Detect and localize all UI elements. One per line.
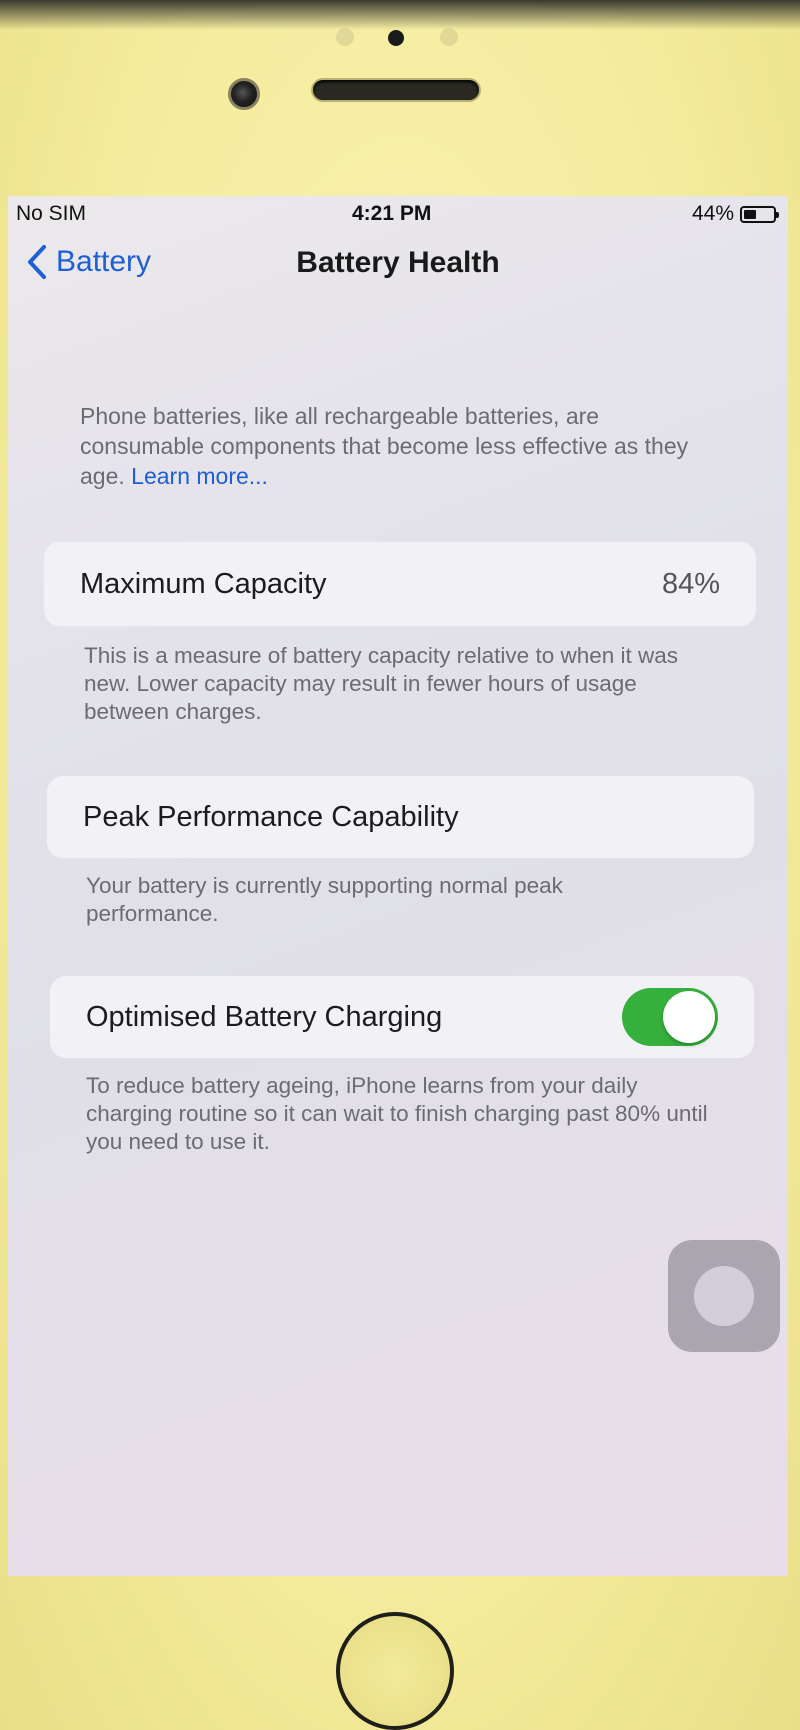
battery-fill [744, 209, 756, 219]
maximum-capacity-label: Maximum Capacity [80, 567, 327, 600]
front-camera [228, 78, 260, 110]
earpiece-speaker [313, 80, 479, 100]
navigation-bar: Battery Battery Health [8, 236, 788, 292]
peak-performance-footer: Your battery is currently supporting nor… [86, 873, 563, 926]
phone-device: No SIM 4:21 PM 44% Battery Battery Healt… [0, 0, 800, 1730]
peak-performance-row: Peak Performance Capability [47, 776, 754, 858]
light-sensor [388, 30, 404, 46]
screen: No SIM 4:21 PM 44% Battery Battery Healt… [8, 196, 788, 1576]
battery-status: 44% [691, 202, 779, 226]
carrier-label: No SIM [16, 202, 87, 225]
maximum-capacity-footer: This is a measure of battery capacity re… [84, 643, 679, 724]
ambient-sensor [440, 28, 458, 46]
intro-text: Phone batteries, like all rechargeable b… [80, 401, 720, 491]
optimised-charging-toggle[interactable] [622, 988, 718, 1046]
assistive-touch-core [694, 1266, 754, 1326]
optimised-charging-footer: To reduce battery ageing, iPhone learns … [86, 1073, 708, 1154]
battery-icon [740, 205, 779, 223]
maximum-capacity-value: 84% [661, 567, 720, 600]
chevron-left-icon [28, 245, 46, 279]
optimised-charging-label: Optimised Battery Charging [86, 1000, 443, 1033]
status-time: 4:21 PM [352, 202, 432, 225]
maximum-capacity-row: Maximum Capacity 84% [44, 542, 756, 626]
assistive-touch-button[interactable] [668, 1240, 780, 1352]
proximity-sensor [336, 28, 354, 46]
optimised-charging-row: Optimised Battery Charging [50, 976, 754, 1058]
back-button[interactable]: Battery [26, 244, 151, 280]
toggle-knob [663, 991, 715, 1043]
battery-percent: 44% [691, 202, 734, 225]
home-button[interactable] [336, 1612, 454, 1730]
back-button-label: Battery [56, 245, 152, 278]
status-bar: No SIM 4:21 PM 44% [8, 196, 788, 230]
learn-more-link[interactable]: Learn more... [131, 463, 268, 489]
peak-performance-label: Peak Performance Capability [83, 800, 459, 833]
page-title-text: Battery Health [296, 246, 500, 279]
